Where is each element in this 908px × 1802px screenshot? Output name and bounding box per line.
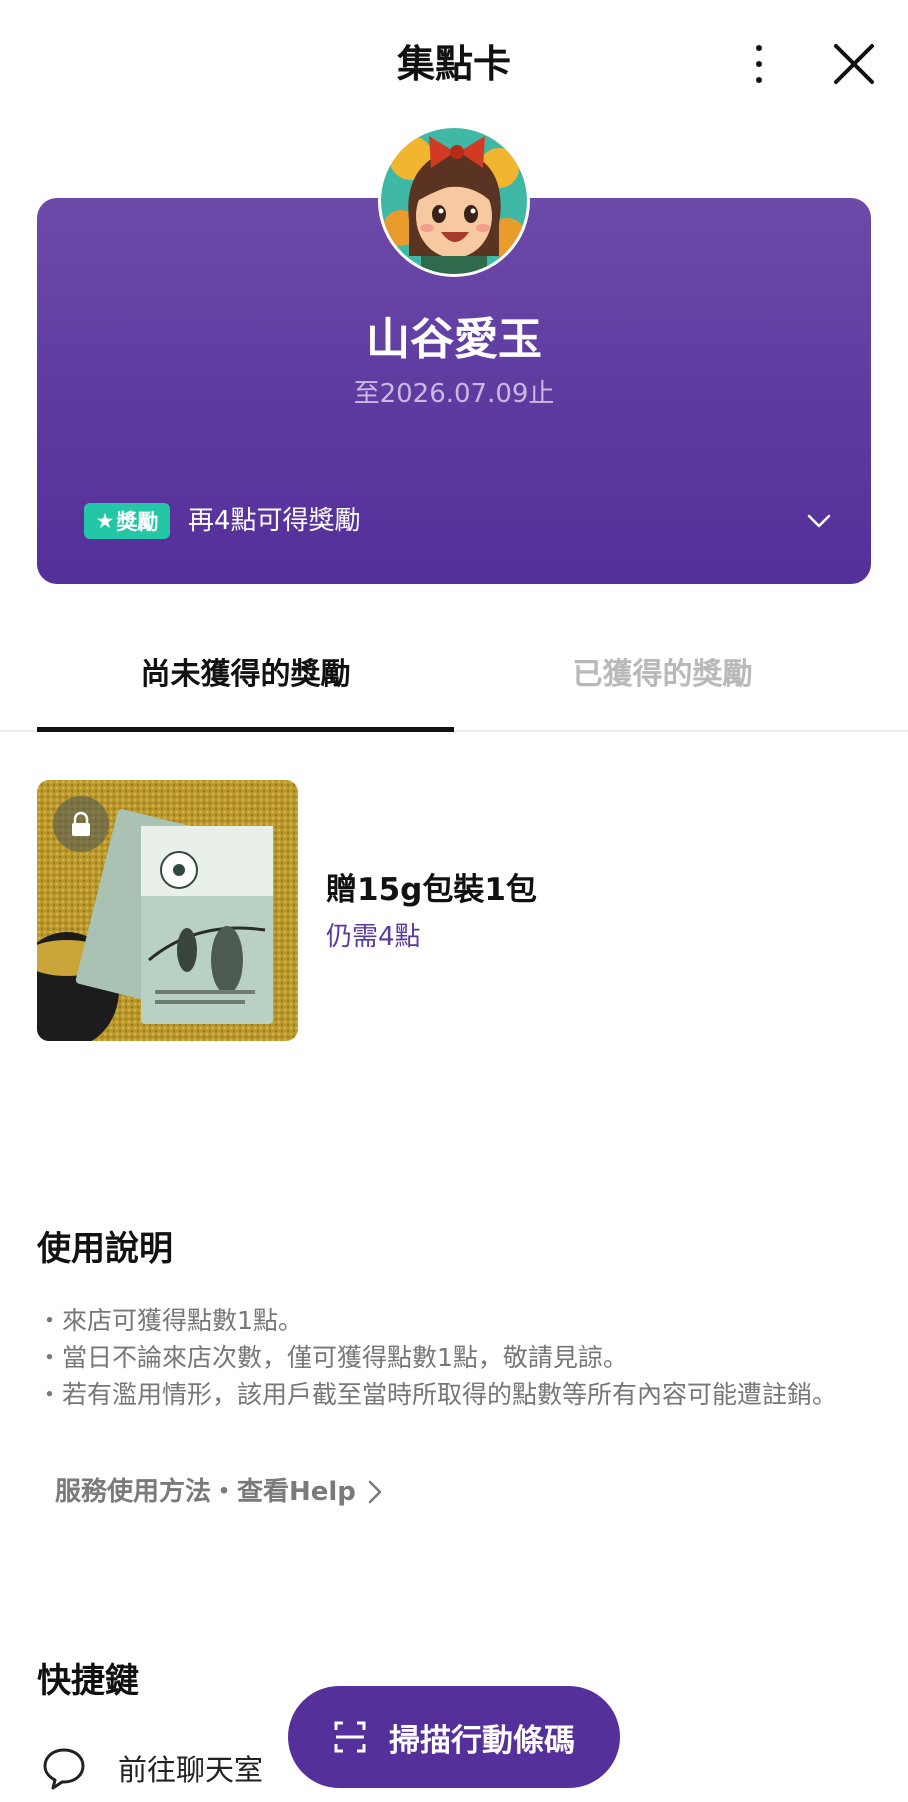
close-button[interactable] [826,36,882,92]
reward-image[interactable] [37,780,298,1041]
expand-card-button[interactable] [802,504,836,538]
more-dot [756,61,762,67]
chevron-down-icon [807,514,831,528]
usage-heading: 使用說明 [37,1229,173,1269]
tab-unearned-rewards[interactable]: 尚未獲得的獎勵 [37,640,454,710]
scan-icon [334,1721,366,1753]
chat-room-link[interactable]: 前往聊天室 [40,1740,263,1796]
reward-title[interactable]: 贈15g包裝1包 [326,868,537,912]
active-tab-indicator [37,727,454,732]
scan-barcode-label: 掃描行動條碼 [389,1722,575,1759]
usage-item: ・當日不論來店次數，僅可獲得點數1點，敬請見諒。 [37,1343,628,1372]
reward-badge: ★ 獎勵 [84,503,170,539]
lock-overlay [53,796,109,852]
shortcut-heading: 快捷鍵 [37,1661,139,1701]
chevron-right-icon [368,1480,382,1504]
shop-name: 山谷愛玉 [366,314,542,365]
usage-list: ・來店可獲得點數1點。 ・當日不論來店次數，僅可獲得點數1點，敬請見諒。 ・若有… [37,1302,837,1413]
reward-points-needed: 仍需4點 [326,922,421,952]
star-icon: ★ [95,509,115,533]
expiry-date: 至2026.07.09止 [353,379,555,409]
reward-progress-text: 再4點可得獎勵 [188,506,361,536]
lock-icon [72,811,90,836]
shop-avatar [381,128,527,274]
help-link[interactable]: 服務使用方法・查看Help [55,1472,384,1512]
help-link-label: 服務使用方法・查看Help [55,1477,356,1507]
close-icon [834,44,874,84]
usage-item: ・來店可獲得點數1點。 [37,1306,303,1335]
chat-room-label: 前往聊天室 [118,1753,264,1787]
scan-barcode-button[interactable]: 掃描行動條碼 [288,1686,620,1788]
more-vertical-icon [756,45,762,51]
usage-item: ・若有濫用情形，該用戶截至當時所取得的點數等所有內容可能遭註銷。 [37,1380,838,1409]
chat-bubble-icon [43,1748,85,1790]
more-options-button[interactable] [738,38,780,90]
more-dot [756,77,762,83]
tab-earned-rewards[interactable]: 已獲得的獎勵 [454,640,871,710]
reward-badge-label: 獎勵 [116,510,159,534]
